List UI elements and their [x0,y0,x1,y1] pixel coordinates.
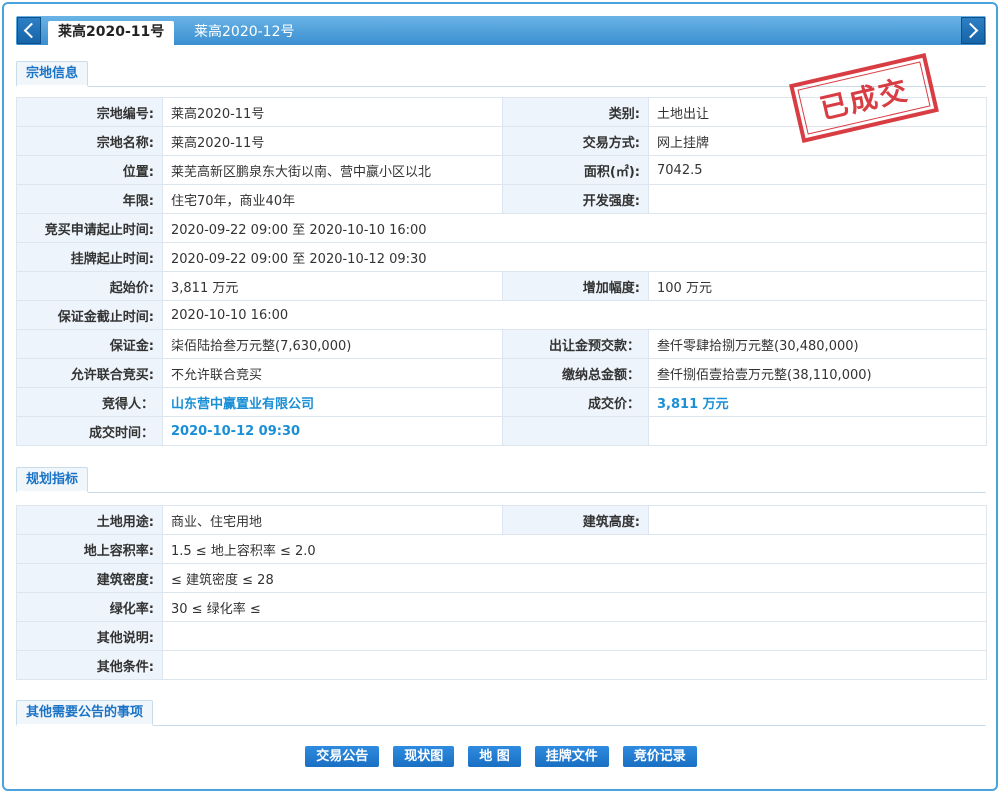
section-title-other[interactable]: 其他需要公告的事项 [16,700,154,726]
chevron-left-icon[interactable] [17,17,41,44]
section-title-parcel[interactable]: 宗地信息 [16,61,89,87]
table-row: 起始价: 3,811 万元 增加幅度: 100 万元 [16,271,987,301]
empty-cell [502,416,649,446]
label-winner: 竞得人： [16,387,163,417]
table-row: 其他条件: [16,650,987,680]
value-deposit: 柒佰陆拾叁万元整(7,630,000) [162,329,503,359]
tab-active[interactable]: 莱高2020-11号 [48,21,175,45]
label-deposit: 保证金: [16,329,163,359]
chevron-right-icon[interactable] [961,17,985,44]
label-apply-period: 竞买申请起止时间: [16,213,163,243]
empty-cell [648,416,987,446]
value-land-use: 商业、住宅用地 [162,505,503,535]
table-row: 年限: 住宅70年，商业40年 开发强度: [16,184,987,214]
bid-records-button[interactable]: 竞价记录 [622,746,697,767]
table-row: 竞买申请起止时间: 2020-09-22 09:00 至 2020-10-10 … [16,213,987,243]
table-row: 位置: 莱芜高新区鹏泉东大街以南、营中嬴小区以北 面积(㎡): 7042.5 [16,155,987,185]
value-area: 7042.5 [648,155,987,185]
table-row: 地上容积率: 1.5 ≤ 地上容积率 ≤ 2.0 [16,534,987,564]
value-other-notes [162,621,987,651]
value-building-height [648,505,987,535]
label-deposit-deadline: 保证金截止时间: [16,300,163,330]
label-deal-price: 成交价： [502,387,649,417]
value-total-payment: 叁仟捌佰壹拾壹万元整(38,110,000) [648,358,987,388]
table-row: 保证金截止时间: 2020-10-10 16:00 [16,300,987,330]
label-prepayment: 出让金预交款： [502,329,649,359]
label-category: 类别: [502,97,649,127]
table-row: 土地用途: 商业、住宅用地 建筑高度: [16,505,987,535]
label-start-price: 起始价: [16,271,163,301]
value-deal-time: 2020-10-12 09:30 [162,416,503,446]
table-row: 竞得人： 山东营中赢置业有限公司 成交价： 3,811 万元 [16,387,987,417]
label-plot-ratio: 地上容积率: [16,534,163,564]
value-parcel-name: 莱高2020-11号 [162,126,503,156]
label-other-conditions: 其他条件: [16,650,163,680]
value-start-price: 3,811 万元 [162,271,503,301]
value-building-density: ≤ 建筑密度 ≤ 28 [162,563,987,593]
value-winner: 山东营中赢置业有限公司 [162,387,503,417]
tab-bar: 莱高2020-11号 莱高2020-12号 [16,16,986,45]
map-button[interactable]: 地 图 [468,746,521,767]
planning-info-table: 土地用途: 商业、住宅用地 建筑高度: 地上容积率: 1.5 ≤ 地上容积率 ≤… [16,505,987,680]
section-header-planning: 规划指标 [16,467,986,493]
label-location: 位置: [16,155,163,185]
table-row: 允许联合竞买: 不允许联合竞买 缴纳总金额： 叁仟捌佰壹拾壹万元整(38,110… [16,358,987,388]
value-prepayment: 叁仟零肆拾捌万元整(30,480,000) [648,329,987,359]
value-other-conditions [162,650,987,680]
value-location: 莱芜高新区鹏泉东大街以南、营中嬴小区以北 [162,155,503,185]
label-increment: 增加幅度: [502,271,649,301]
label-parcel-name: 宗地名称: [16,126,163,156]
parcel-info-table: 宗地编号: 莱高2020-11号 类别: 土地出让 宗地名称: 莱高2020-1… [16,97,987,446]
announcement-button[interactable]: 交易公告 [305,746,380,767]
label-building-density: 建筑密度: [16,563,163,593]
value-plot-ratio: 1.5 ≤ 地上容积率 ≤ 2.0 [162,534,987,564]
value-green-rate: 30 ≤ 绿化率 ≤ [162,592,987,622]
listing-documents-button[interactable]: 挂牌文件 [534,746,609,767]
label-deal-time: 成交时间： [16,416,163,446]
tab-next-parcel[interactable]: 莱高2020-12号 [184,21,305,45]
section-title-planning[interactable]: 规划指标 [16,467,89,493]
label-parcel-no: 宗地编号: [16,97,163,127]
value-term: 住宅70年，商业40年 [162,184,503,214]
table-row: 建筑密度: ≤ 建筑密度 ≤ 28 [16,563,987,593]
value-parcel-no: 莱高2020-11号 [162,97,503,127]
label-building-height: 建筑高度: [502,505,649,535]
label-land-use: 土地用途: [16,505,163,535]
table-row: 挂牌起止时间: 2020-09-22 09:00 至 2020-10-12 09… [16,242,987,272]
value-deposit-deadline: 2020-10-10 16:00 [162,300,987,330]
value-listing-period: 2020-09-22 09:00 至 2020-10-12 09:30 [162,242,987,272]
table-row: 其他说明: [16,621,987,651]
site-map-button[interactable]: 现状图 [393,746,455,767]
value-deal-price: 3,811 万元 [648,387,987,417]
table-row: 成交时间： 2020-10-12 09:30 [16,416,987,446]
label-area: 面积(㎡): [502,155,649,185]
label-total-payment: 缴纳总金额： [502,358,649,388]
value-dev-intensity [648,184,987,214]
label-listing-period: 挂牌起止时间: [16,242,163,272]
label-trade-mode: 交易方式: [502,126,649,156]
label-term: 年限: [16,184,163,214]
label-joint-bid: 允许联合竞买: [16,358,163,388]
section-header-other: 其他需要公告的事项 [16,700,986,726]
value-apply-period: 2020-09-22 09:00 至 2020-10-10 16:00 [162,213,987,243]
label-green-rate: 绿化率: [16,592,163,622]
label-other-notes: 其他说明: [16,621,163,651]
label-dev-intensity: 开发强度: [502,184,649,214]
action-button-row: 交易公告 现状图 地 图 挂牌文件 竞价记录 [0,746,1002,770]
value-increment: 100 万元 [648,271,987,301]
table-row: 绿化率: 30 ≤ 绿化率 ≤ [16,592,987,622]
value-joint-bid: 不允许联合竞买 [162,358,503,388]
table-row: 保证金: 柒佰陆拾叁万元整(7,630,000) 出让金预交款： 叁仟零肆拾捌万… [16,329,987,359]
